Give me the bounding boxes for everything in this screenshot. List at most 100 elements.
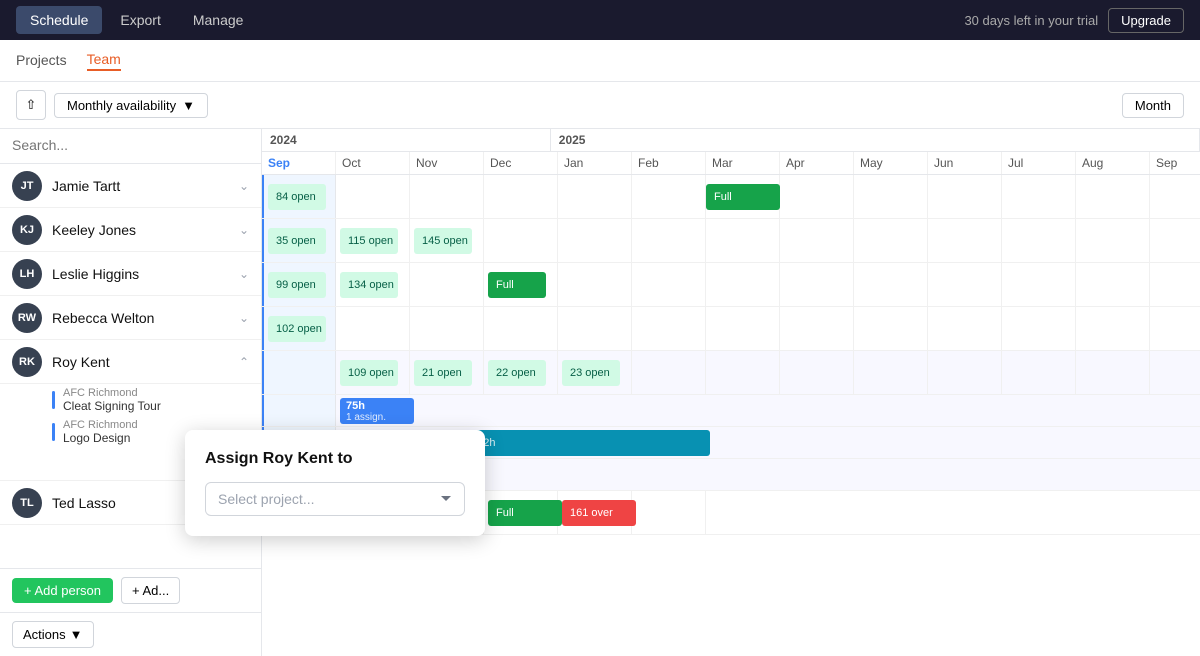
chevron-icon-kj: ⌄ <box>239 223 249 237</box>
rw-apr <box>780 307 854 350</box>
proj-label-logo: AFC Richmond <box>63 419 138 431</box>
jt-jan <box>558 175 632 218</box>
year-2025: 2025 <box>551 129 1200 151</box>
chevron-icon-rk: ⌃ <box>239 355 249 369</box>
upgrade-button[interactable]: Upgrade <box>1108 8 1184 33</box>
kj-sep2 <box>1150 219 1200 262</box>
gantt-row-kj: 35 open 115 open 145 open <box>262 219 1200 263</box>
tl-jan-bar: 161 over <box>562 500 636 526</box>
project-select[interactable]: Select project... <box>205 482 465 516</box>
team-member-lh[interactable]: LH Leslie Higgins ⌄ <box>0 252 261 296</box>
rk-jun <box>928 351 1002 394</box>
lh-aug <box>1076 263 1150 306</box>
month-nov: Nov <box>410 152 484 174</box>
team-member-jt[interactable]: JT Jamie Tartt ⌄ <box>0 164 261 208</box>
month-jul: Jul <box>1002 152 1076 174</box>
kj-jan <box>558 219 632 262</box>
jt-sep-bar: 84 open <box>268 184 326 210</box>
lh-apr <box>780 263 854 306</box>
lh-jun <box>928 263 1002 306</box>
gantt-row-rk: 109 open 21 open 22 open 23 open <box>262 351 1200 395</box>
kj-aug <box>1076 219 1150 262</box>
nav-tab-manage[interactable]: Manage <box>179 6 258 34</box>
rk-feb <box>632 351 706 394</box>
member-name-kj: Keeley Jones <box>52 222 239 238</box>
sub-tab-projects[interactable]: Projects <box>16 52 67 70</box>
add-placeholder-button[interactable]: + Ad... <box>121 577 180 604</box>
avatar-tl: TL <box>12 488 42 518</box>
avatar-rk: RK <box>12 347 42 377</box>
tl-dec-bar-wrap: Full <box>488 500 562 526</box>
kj-nov-bar: 145 open <box>414 228 472 254</box>
month-jun: Jun <box>928 152 1002 174</box>
gantt-row-lh: 99 open 134 open Full <box>262 263 1200 307</box>
add-person-button[interactable]: + Add person <box>12 578 113 603</box>
month-button[interactable]: Month <box>1122 93 1184 118</box>
avatar-kj: KJ <box>12 215 42 245</box>
kj-feb <box>632 219 706 262</box>
actions-bar: Actions ▼ <box>0 612 261 656</box>
rk-dec-cell: 22 open <box>484 351 558 394</box>
toolbar-left: ⇧ Monthly availability ▼ <box>16 90 208 120</box>
cleat-bar: 75h 1 assign. <box>340 398 414 424</box>
rk-jan-cell: 23 open <box>558 351 632 394</box>
kj-apr <box>780 219 854 262</box>
lh-sep-bar: 99 open <box>268 272 326 298</box>
jt-sep-cell: 84 open <box>262 175 336 218</box>
jt-aug <box>1076 175 1150 218</box>
cleat-sep <box>262 395 336 426</box>
project-indicator-logo <box>52 423 55 441</box>
project-row-cleat: AFC Richmond Cleat Signing Tour <box>0 384 261 416</box>
collapse-button[interactable]: ⇧ <box>16 90 46 120</box>
tl-feb <box>632 491 706 534</box>
kj-oct-cell: 115 open <box>336 219 410 262</box>
view-dropdown[interactable]: Monthly availability ▼ <box>54 93 208 118</box>
nav-tab-schedule[interactable]: Schedule <box>16 6 102 34</box>
rw-sep2 <box>1150 307 1200 350</box>
team-member-kj[interactable]: KJ Keeley Jones ⌄ <box>0 208 261 252</box>
actions-button[interactable]: Actions ▼ <box>12 621 94 648</box>
lh-mar <box>706 263 780 306</box>
jt-sep2 <box>1150 175 1200 218</box>
gantt-header: 2024 2025 Sep Oct Nov Dec Jan Feb Mar Ap… <box>262 129 1200 175</box>
kj-oct-bar: 115 open <box>340 228 398 254</box>
rk-sep2 <box>1150 351 1200 394</box>
project-name-logo: AFC Richmond Logo Design <box>63 419 138 445</box>
month-jan: Jan <box>558 152 632 174</box>
team-member-rk[interactable]: RK Roy Kent ⌃ <box>0 340 261 384</box>
rw-feb <box>632 307 706 350</box>
kj-jun <box>928 219 1002 262</box>
search-input[interactable] <box>12 137 249 153</box>
sub-tab-team[interactable]: Team <box>87 51 121 71</box>
lh-oct-cell: 134 open <box>336 263 410 306</box>
team-member-rw[interactable]: RW Rebecca Welton ⌄ <box>0 296 261 340</box>
jt-jun <box>928 175 1002 218</box>
lh-oct-bar: 134 open <box>340 272 398 298</box>
jt-apr <box>780 175 854 218</box>
rw-may <box>854 307 928 350</box>
actions-label: Actions <box>23 627 66 642</box>
lh-may <box>854 263 928 306</box>
rk-mar <box>706 351 780 394</box>
project-name-cleat: AFC Richmond Cleat Signing Tour <box>63 387 161 413</box>
lh-sep-cell: 99 open <box>262 263 336 306</box>
rw-nov <box>410 307 484 350</box>
nav-left: Schedule Export Manage <box>16 6 257 34</box>
jt-feb <box>632 175 706 218</box>
proj-label-cleat: AFC Richmond <box>63 387 161 399</box>
tl-dec-bar: Full <box>488 500 562 526</box>
month-dec: Dec <box>484 152 558 174</box>
rk-nov-bar: 21 open <box>414 360 472 386</box>
member-name-rw: Rebecca Welton <box>52 310 239 326</box>
member-name-rk: Roy Kent <box>52 354 239 370</box>
avatar-jt: JT <box>12 171 42 201</box>
chevron-icon-rw: ⌄ <box>239 311 249 325</box>
month-aug: Aug <box>1076 152 1150 174</box>
rw-jul <box>1002 307 1076 350</box>
toolbar-right: Month <box>1122 93 1184 118</box>
rk-jan-bar: 23 open <box>562 360 620 386</box>
rw-jan <box>558 307 632 350</box>
chevron-down-icon: ▼ <box>70 627 83 642</box>
gantt-body: 84 open Full <box>262 175 1200 656</box>
nav-tab-export[interactable]: Export <box>106 6 174 34</box>
